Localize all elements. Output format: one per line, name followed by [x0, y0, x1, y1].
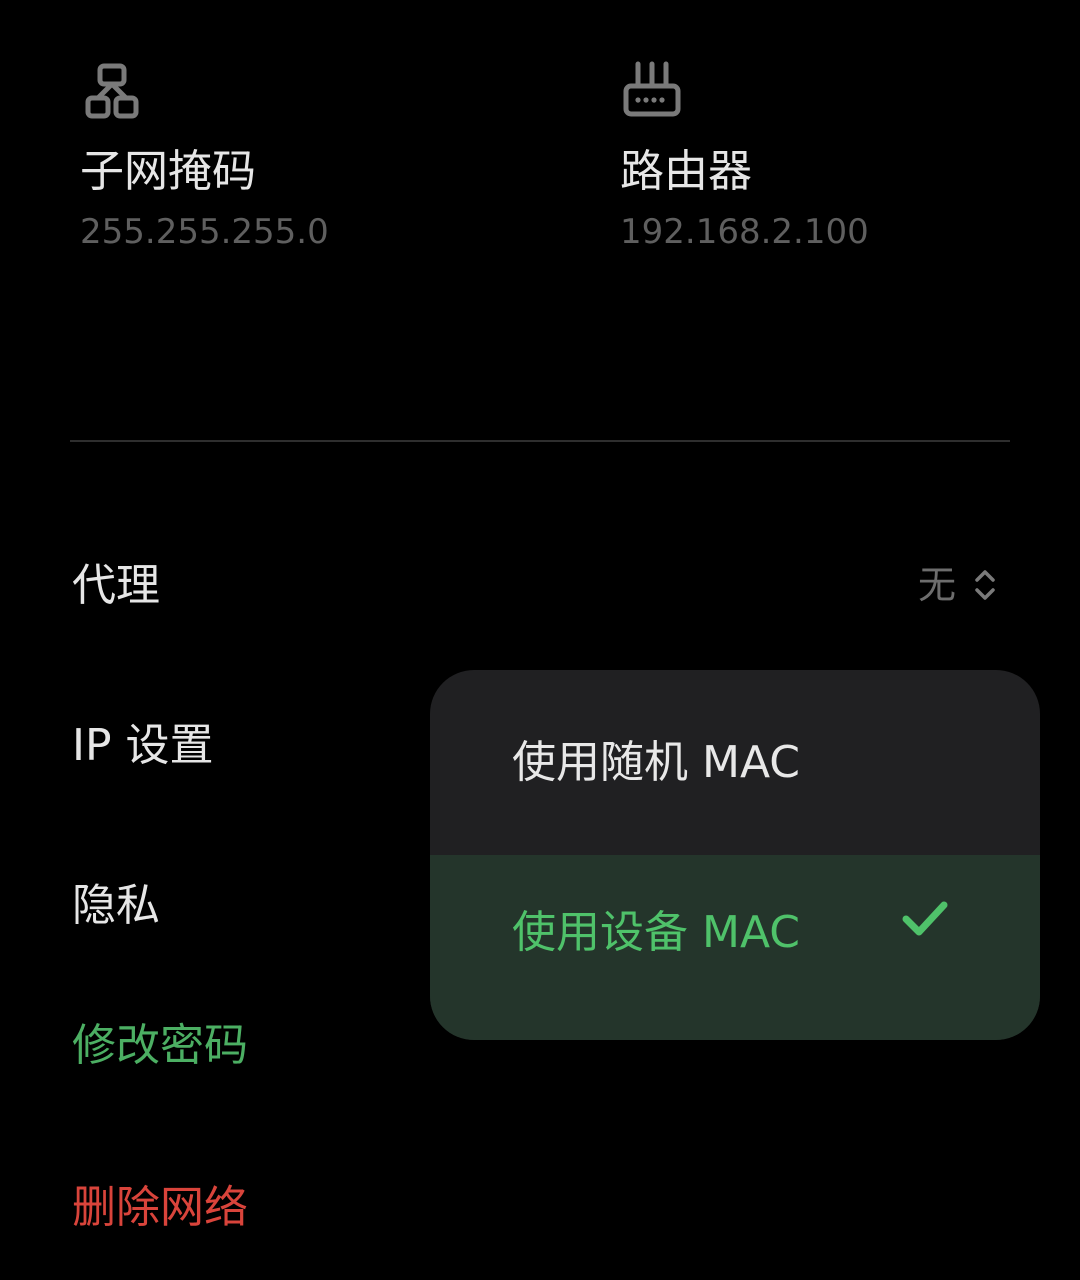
- proxy-selector[interactable]: 无: [918, 562, 996, 608]
- change-password-button[interactable]: 修改密码: [72, 1020, 248, 1072]
- menu-item-label: 使用设备 MAC: [512, 906, 800, 958]
- mac-address-menu: 使用随机 MAC 使用设备 MAC: [430, 670, 1040, 1040]
- menu-item-label: 使用随机 MAC: [512, 736, 800, 788]
- delete-network-button[interactable]: 删除网络: [72, 1182, 248, 1234]
- subnet-mask-value: 255.255.255.0: [80, 212, 329, 252]
- router-value: 192.168.2.100: [620, 212, 869, 252]
- network-topology-icon: [85, 63, 139, 119]
- router-title: 路由器: [620, 146, 752, 197]
- privacy-row[interactable]: 隐私: [72, 880, 160, 932]
- proxy-row[interactable]: 代理: [72, 560, 160, 612]
- menu-item-random-mac[interactable]: 使用随机 MAC: [430, 670, 1040, 855]
- subnet-mask-info: 子网掩码 255.255.255.0: [80, 60, 329, 252]
- menu-item-device-mac[interactable]: 使用设备 MAC: [430, 855, 1040, 1040]
- proxy-value: 无: [917, 563, 956, 607]
- subnet-mask-title: 子网掩码: [80, 146, 256, 197]
- router-info: 路由器 192.168.2.100: [620, 60, 869, 252]
- up-down-chevron-icon: [975, 570, 995, 600]
- checkmark-icon: [902, 901, 948, 936]
- ip-settings-row[interactable]: IP 设置: [72, 720, 214, 772]
- router-icon: [623, 61, 681, 117]
- section-divider: [70, 440, 1010, 442]
